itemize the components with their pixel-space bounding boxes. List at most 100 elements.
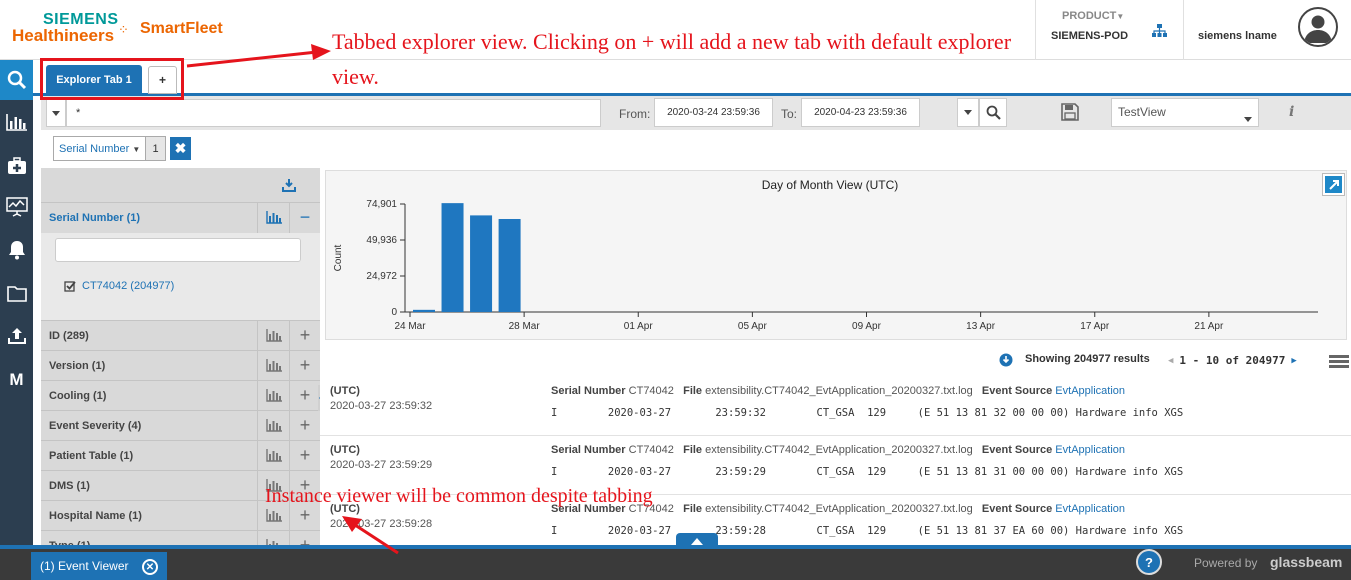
expand-plus-icon[interactable]: +: [289, 320, 320, 351]
sidebar-item-search[interactable]: [0, 60, 33, 100]
event-source-link[interactable]: EvtApplication: [1055, 385, 1125, 397]
y-axis-label: Count: [333, 244, 344, 271]
download-icon[interactable]: [282, 178, 296, 195]
search-button[interactable]: [979, 98, 1007, 127]
download-results-icon[interactable]: [999, 353, 1013, 370]
bar-chart-icon: [265, 359, 282, 372]
x-tick-label: 09 Apr: [852, 321, 882, 332]
chart-bar: [498, 218, 521, 312]
sidebar-item-upload[interactable]: [0, 316, 33, 356]
caret-down-icon: [52, 110, 60, 116]
annotation-arrow: [186, 44, 331, 68]
sidebar-item-analytics[interactable]: [0, 102, 33, 142]
bar-chart-icon: [265, 329, 282, 342]
x-tick-label: 05 Apr: [738, 321, 768, 332]
product-value: SIEMENS-POD: [1051, 30, 1129, 42]
facet-label: Serial Number (1): [49, 211, 141, 224]
bar-chart: 0 24,972 49,936 74,901 Count 24 Mar 28 Mar 01 A…: [333, 199, 1318, 332]
event-source-link[interactable]: EvtApplication: [1055, 444, 1125, 456]
expand-panel-button[interactable]: [676, 533, 718, 548]
facet-chart-button[interactable]: [257, 320, 289, 351]
pagination: ◀ 1 - 10 of 204977 ▶: [1168, 354, 1297, 367]
query-history-dropdown[interactable]: [46, 99, 66, 127]
facet-search-input[interactable]: [55, 238, 301, 262]
facet-row[interactable]: Event Severity (4) +: [41, 410, 320, 441]
from-date-input[interactable]: 2020-03-24 23:59:36: [654, 98, 773, 127]
y-tick-label: 24,972: [366, 271, 397, 282]
facet-row-serial-number[interactable]: Serial Number (1) −: [41, 202, 320, 233]
result-row[interactable]: (UTC) 2020-03-27 23:59:32 Serial Number CT…: [320, 378, 1351, 436]
result-timezone: (UTC): [330, 385, 360, 397]
avatar[interactable]: [1298, 7, 1338, 47]
product-dropdown[interactable]: PRODUCT▼: [1062, 10, 1124, 22]
facet-row[interactable]: Patient Table (1) +: [41, 440, 320, 471]
menu-icon[interactable]: [1329, 354, 1349, 372]
to-date-input[interactable]: 2020-04-23 23:59:36: [801, 98, 920, 127]
save-view-button[interactable]: [1061, 103, 1079, 124]
sidebar-item-health[interactable]: [0, 146, 33, 186]
info-icon[interactable]: i: [1289, 104, 1294, 120]
facet-chart-button[interactable]: [257, 410, 289, 441]
facet-value-label: CT74042 (204977): [82, 280, 175, 292]
help-button[interactable]: ?: [1136, 549, 1162, 575]
file-value: extensibility.CT74042_EvtApplication_202…: [705, 444, 973, 456]
saved-view-select[interactable]: TestView: [1111, 98, 1259, 127]
search-query-input[interactable]: *: [66, 99, 601, 127]
filter-chip[interactable]: Serial Number ▼ 1: [53, 136, 166, 161]
pagination-label: 1 - 10 of 204977: [1179, 354, 1286, 367]
facet-row[interactable]: ID (289) +: [41, 320, 320, 351]
collapse-icon[interactable]: −: [289, 202, 320, 233]
facet-chart-button[interactable]: [257, 380, 289, 411]
expand-plus-icon[interactable]: +: [289, 380, 320, 411]
chart-bar: [413, 309, 435, 312]
facet-label: DMS (1): [49, 479, 90, 492]
facet-chart-button[interactable]: [257, 350, 289, 381]
facet-value-item[interactable]: CT74042 (204977): [64, 280, 174, 292]
logo-dots-icon: ⁘: [118, 22, 129, 37]
y-tick-label: 49,936: [366, 235, 397, 246]
serial-number-value: CT74042: [628, 444, 674, 456]
next-page-icon[interactable]: ▶: [1291, 356, 1296, 366]
bar-chart-icon: [265, 419, 282, 432]
sidebar-item-dashboard[interactable]: [0, 187, 33, 227]
result-timestamp: 2020-03-27 23:59:29: [330, 459, 433, 471]
sidebar-item-files[interactable]: [0, 273, 33, 313]
expand-arrow-icon: [1328, 179, 1339, 190]
expand-plus-icon[interactable]: +: [289, 410, 320, 441]
folder-icon: [6, 285, 27, 302]
serial-number-value: CT74042: [628, 385, 674, 397]
header-divider: [1035, 0, 1036, 60]
chevron-up-icon: [691, 537, 703, 545]
file-label: File: [683, 503, 703, 515]
expand-chart-button[interactable]: [1323, 174, 1344, 195]
results-summary: Showing 204977 results: [1025, 353, 1150, 365]
facet-chart-button[interactable]: [257, 440, 289, 471]
hierarchy-icon[interactable]: [1152, 24, 1167, 40]
annotation-instance-viewer: Instance viewer will be common despite t…: [265, 485, 653, 507]
result-metadata: Serial Number CT74042 File extensibility…: [551, 444, 1125, 456]
caret-down-icon: [964, 110, 972, 115]
expand-plus-icon[interactable]: +: [289, 350, 320, 381]
annotation-highlight-box: [40, 58, 184, 100]
facet-row[interactable]: Cooling (1) +: [41, 380, 320, 411]
expand-plus-icon[interactable]: +: [289, 440, 320, 471]
annotation-arrow: [342, 516, 399, 555]
user-name[interactable]: siemens lname: [1198, 30, 1277, 42]
date-range-dropdown[interactable]: [957, 98, 979, 127]
event-source-label: Event Source: [981, 444, 1053, 456]
bar-chart-icon: [265, 449, 282, 462]
facet-row[interactable]: Version (1) +: [41, 350, 320, 381]
prev-page-icon[interactable]: ◀: [1168, 356, 1173, 366]
result-log-line: I 2020-03-27 23:59:32 CT_GSA 129 (E 51 1…: [551, 407, 1184, 419]
event-source-label: Event Source: [981, 385, 1053, 397]
close-icon[interactable]: ✕: [142, 559, 158, 575]
facet-chart-button[interactable]: [257, 202, 289, 233]
sidebar-item-m[interactable]: M: [0, 360, 33, 400]
file-value: extensibility.CT74042_EvtApplication_202…: [705, 385, 973, 397]
sidebar-item-alerts[interactable]: [0, 230, 33, 270]
event-source-link[interactable]: EvtApplication: [1055, 503, 1125, 515]
remove-filter-button[interactable]: ✖: [170, 137, 191, 160]
facet-label: Cooling (1): [49, 389, 107, 402]
left-sidebar: M: [0, 60, 33, 545]
x-tick-label: 21 Apr: [1194, 321, 1224, 332]
